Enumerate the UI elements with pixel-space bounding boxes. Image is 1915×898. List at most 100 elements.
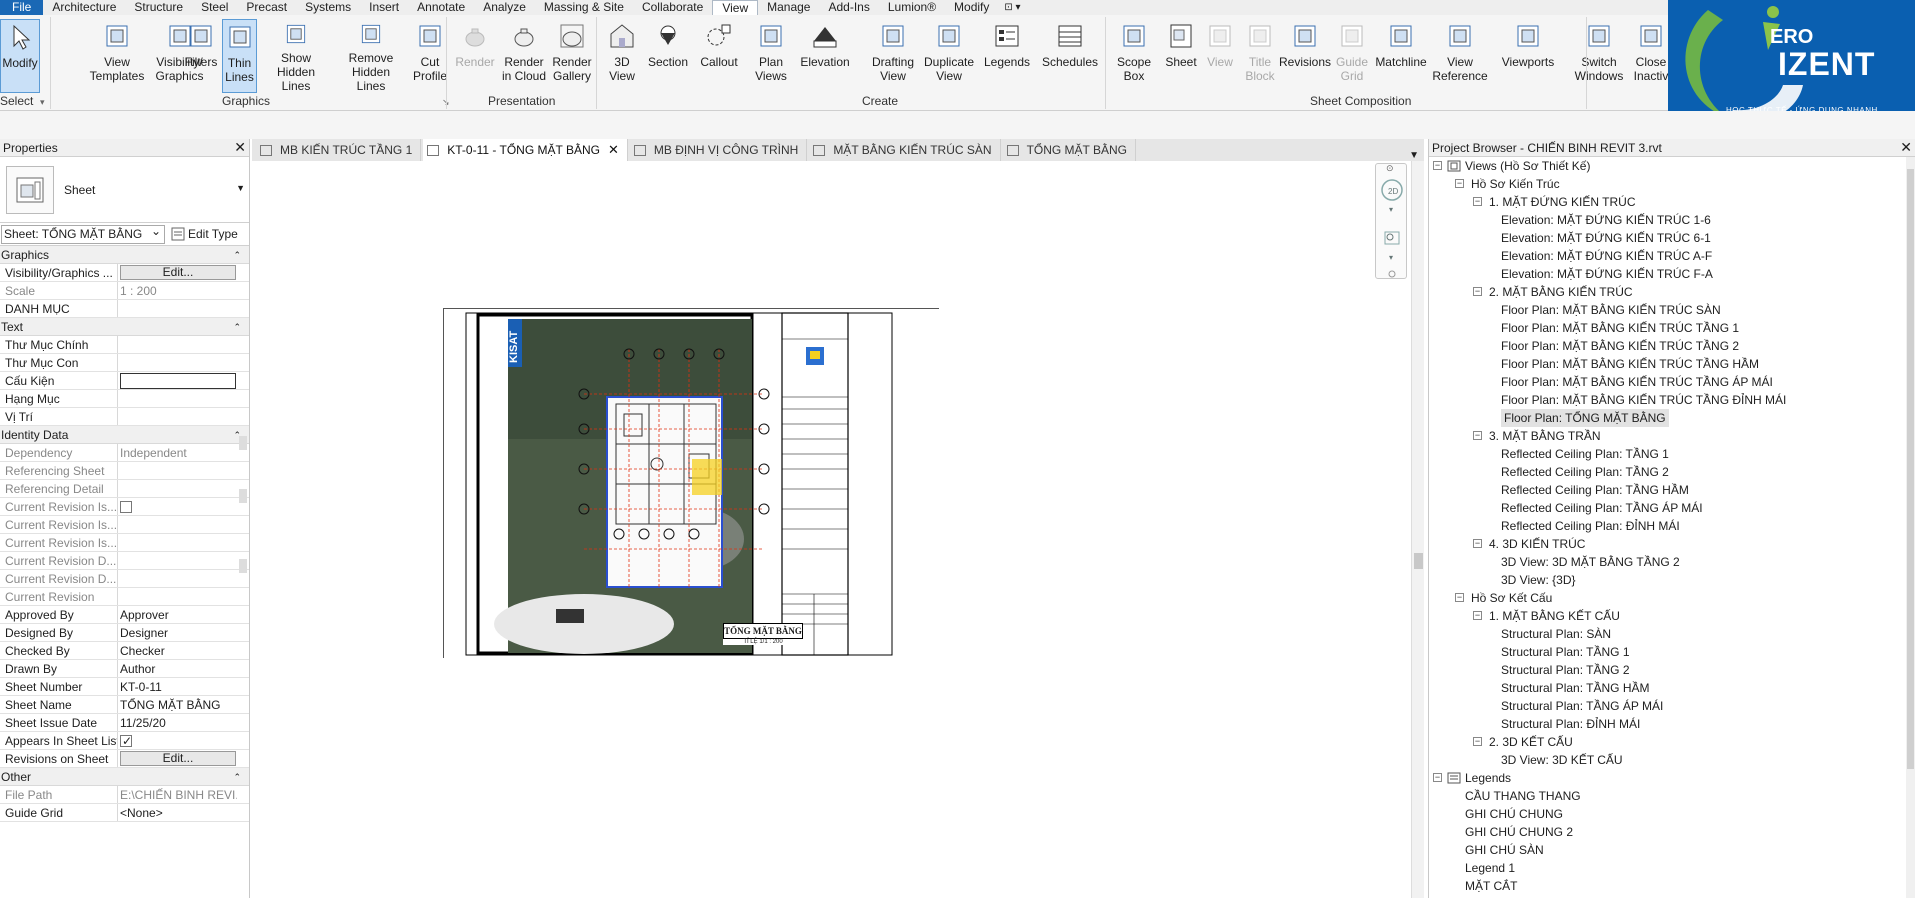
tree-node[interactable]: Reflected Ceiling Plan: TẦNG ÁP MÁI [1501,499,1703,517]
view-tab-mat-bang-kien-truc-san[interactable]: MẶT BẰNG KIẾN TRÚC SÀN [809,139,1001,161]
tree-toggle-icon[interactable]: − [1455,179,1464,188]
title-block-button[interactable]: Title Block [1240,19,1280,93]
modify-button[interactable]: Modify [0,19,40,93]
property-value[interactable]: TỔNG MẶT BẰNG [118,696,237,713]
revisions-button[interactable]: Revisions [1279,19,1331,93]
property-group-graphics[interactable]: Graphics ⌃ [0,246,249,264]
tree-node[interactable]: GHI CHÚ CHUNG 2 [1465,823,1573,841]
ribbon-tab-insert[interactable]: Insert [360,0,408,15]
properties-scrollbar-3[interactable] [239,559,247,573]
tree-node[interactable]: Floor Plan: MẶT BẰNG KIẾN TRÚC SÀN [1501,301,1721,319]
ribbon-tab-massing-site[interactable]: Massing & Site [535,0,633,15]
property-group-other[interactable]: Other ⌃ [0,768,249,786]
3d-view-button[interactable]: 3D View [600,19,644,93]
ribbon-tab-modify[interactable]: Modify [945,0,998,15]
tree-node[interactable]: Floor Plan: MẶT BẰNG KIẾN TRÚC TẦNG 1 [1501,319,1739,337]
property-value[interactable]: Author [118,660,237,677]
render-gallery-button[interactable]: Render Gallery [548,19,596,93]
tree-toggle-icon[interactable]: − [1473,431,1482,440]
tree-node[interactable]: Reflected Ceiling Plan: TẦNG HẦM [1501,481,1689,499]
tree-toggle-icon[interactable]: − [1455,593,1464,602]
tree-node[interactable]: GHI CHÚ CHUNG [1465,805,1563,823]
cut-profile-button[interactable]: Cut Profile [412,19,448,93]
group-title-select[interactable]: Select [0,94,33,108]
instance-filter-dropdown[interactable]: Sheet: TỔNG MẶT BẰNG [1,223,165,244]
properties-scrollbar-2[interactable] [239,489,247,503]
view-tab-kt-0-11-tong-mat-bang[interactable]: KT-0-11 - TỔNG MẶT BẰNG ✕ [423,139,628,161]
tree-toggle-icon[interactable]: − [1433,773,1442,782]
edit-type-button[interactable]: Edit Type [171,227,238,241]
elevation-button[interactable]: Elevation [800,19,850,93]
tab-list-dropdown-icon[interactable]: ▼ [1409,150,1424,161]
tree-node[interactable]: 3. MẶT BẰNG TRẦN [1489,427,1601,445]
legends-button[interactable]: Legends [982,19,1032,93]
ribbon-tab-analyze[interactable]: Analyze [474,0,535,15]
tree-node[interactable]: 2. 3D KẾT CẤU [1489,733,1573,751]
collapse-icon[interactable]: ⌃ [233,318,241,336]
tree-toggle-icon[interactable]: − [1433,161,1442,170]
property-group-text[interactable]: Text ⌃ [0,318,249,336]
tree-node[interactable]: Reflected Ceiling Plan: ĐỈNH MÁI [1501,517,1680,535]
tree-node[interactable]: CẦU THANG THANG [1465,787,1581,805]
property-value[interactable]: Checker [118,642,237,659]
ribbon-tab-collaborate[interactable]: Collaborate [633,0,712,15]
checkbox[interactable] [120,732,132,749]
property-value[interactable]: Approver [118,606,237,623]
tree-node[interactable]: Structural Plan: ĐỈNH MÁI [1501,715,1640,733]
property-value[interactable] [118,354,237,371]
canvas-vertical-scrollbar[interactable] [1411,161,1424,898]
navbar-top-handle[interactable]: ⊙ [1386,163,1394,174]
property-value[interactable] [118,336,237,353]
project-browser-scrollbar[interactable] [1906,157,1915,898]
navigation-wheel-icon[interactable]: 2D ▾ ▾ [1376,164,1408,280]
duplicate-view-button[interactable]: Duplicate View [922,19,976,93]
property-value[interactable]: 11/25/20 [118,714,237,731]
tree-node[interactable]: Legend 1 [1465,859,1515,877]
switch-windows-button[interactable]: Switch Windows [1568,19,1630,93]
drafting-view-button[interactable]: Drafting View [868,19,918,93]
view-tab-tong-mat-bang[interactable]: TỔNG MẶT BẰNG [1003,139,1137,161]
tree-node[interactable]: Reflected Ceiling Plan: TẦNG 2 [1501,463,1669,481]
tree-node[interactable]: Hồ Sơ Kết Cấu [1471,589,1552,607]
ribbon-tab-architecture[interactable]: Architecture [43,0,125,15]
tree-node[interactable]: Hồ Sơ Kiến Trúc [1471,175,1560,193]
plan-views-button[interactable]: Plan Views [748,19,794,93]
tree-node[interactable]: 3D View: 3D KẾT CẤU [1501,751,1623,769]
close-icon[interactable]: ✕ [1900,139,1912,156]
close-tab-icon[interactable]: ✕ [608,142,619,158]
ribbon-tab-add-ins[interactable]: Add-Ins [819,0,878,15]
tree-node[interactable]: 1. MẶT ĐỨNG KIẾN TRÚC [1489,193,1636,211]
view-reference-button[interactable]: View Reference [1430,19,1490,93]
filters-button[interactable]: Filters [182,19,220,93]
tree-node[interactable]: Elevation: MẶT ĐỨNG KIẾN TRÚC F-A [1501,265,1713,283]
close-icon[interactable]: ✕ [234,139,246,156]
guide-grid-button[interactable]: Guide Grid [1332,19,1372,93]
tree-node[interactable]: Floor Plan: MẶT BẰNG KIẾN TRÚC TẦNG HẦM [1501,355,1759,373]
ribbon-tab-systems[interactable]: Systems [296,0,360,15]
tree-node[interactable]: Floor Plan: TỔNG MẶT BẰNG [1501,409,1669,427]
ribbon-tab-structure[interactable]: Structure [125,0,192,15]
sheet-button[interactable]: Sheet [1163,19,1199,93]
callout-button[interactable]: Callout [696,19,742,93]
tree-node[interactable]: 3D View: 3D MẶT BẰNG TẦNG 2 [1501,553,1680,571]
ribbon-tab-precast[interactable]: Precast [237,0,296,15]
render-in-cloud-button[interactable]: Render in Cloud [500,19,548,93]
view-tab-mb-dinh-vi-cong-trinh[interactable]: MB ĐỊNH VỊ CÔNG TRÌNH [630,139,808,161]
tree-node[interactable]: Floor Plan: MẶT BẰNG KIẾN TRÚC TẦNG 2 [1501,337,1739,355]
tree-node[interactable]: Elevation: MẶT ĐỨNG KIẾN TRÚC 1-6 [1501,211,1711,229]
canvas-scroll-thumb[interactable] [1414,553,1423,569]
schedules-button[interactable]: Schedules [1040,19,1100,93]
thin-lines-button[interactable]: Thin Lines [222,19,257,93]
section-button[interactable]: Section [646,19,690,93]
tree-toggle-icon[interactable]: − [1473,737,1482,746]
tree-node[interactable]: GHI CHÚ SÀN [1465,841,1544,859]
view-tab-mb-kien-truc-tang-1[interactable]: MB KIẾN TRÚC TẦNG 1 [256,139,422,161]
scope-box-button[interactable]: Scope Box [1112,19,1156,93]
browser-scroll-thumb[interactable] [1907,169,1914,769]
tree-node[interactable]: MẶT CẮT [1465,877,1517,895]
tree-node[interactable]: 4. 3D KIẾN TRÚC [1489,535,1585,553]
property-value[interactable]: Edit... [118,750,237,767]
property-value[interactable] [118,732,237,749]
matchline-button[interactable]: Matchline [1375,19,1427,93]
property-value[interactable] [118,408,237,425]
